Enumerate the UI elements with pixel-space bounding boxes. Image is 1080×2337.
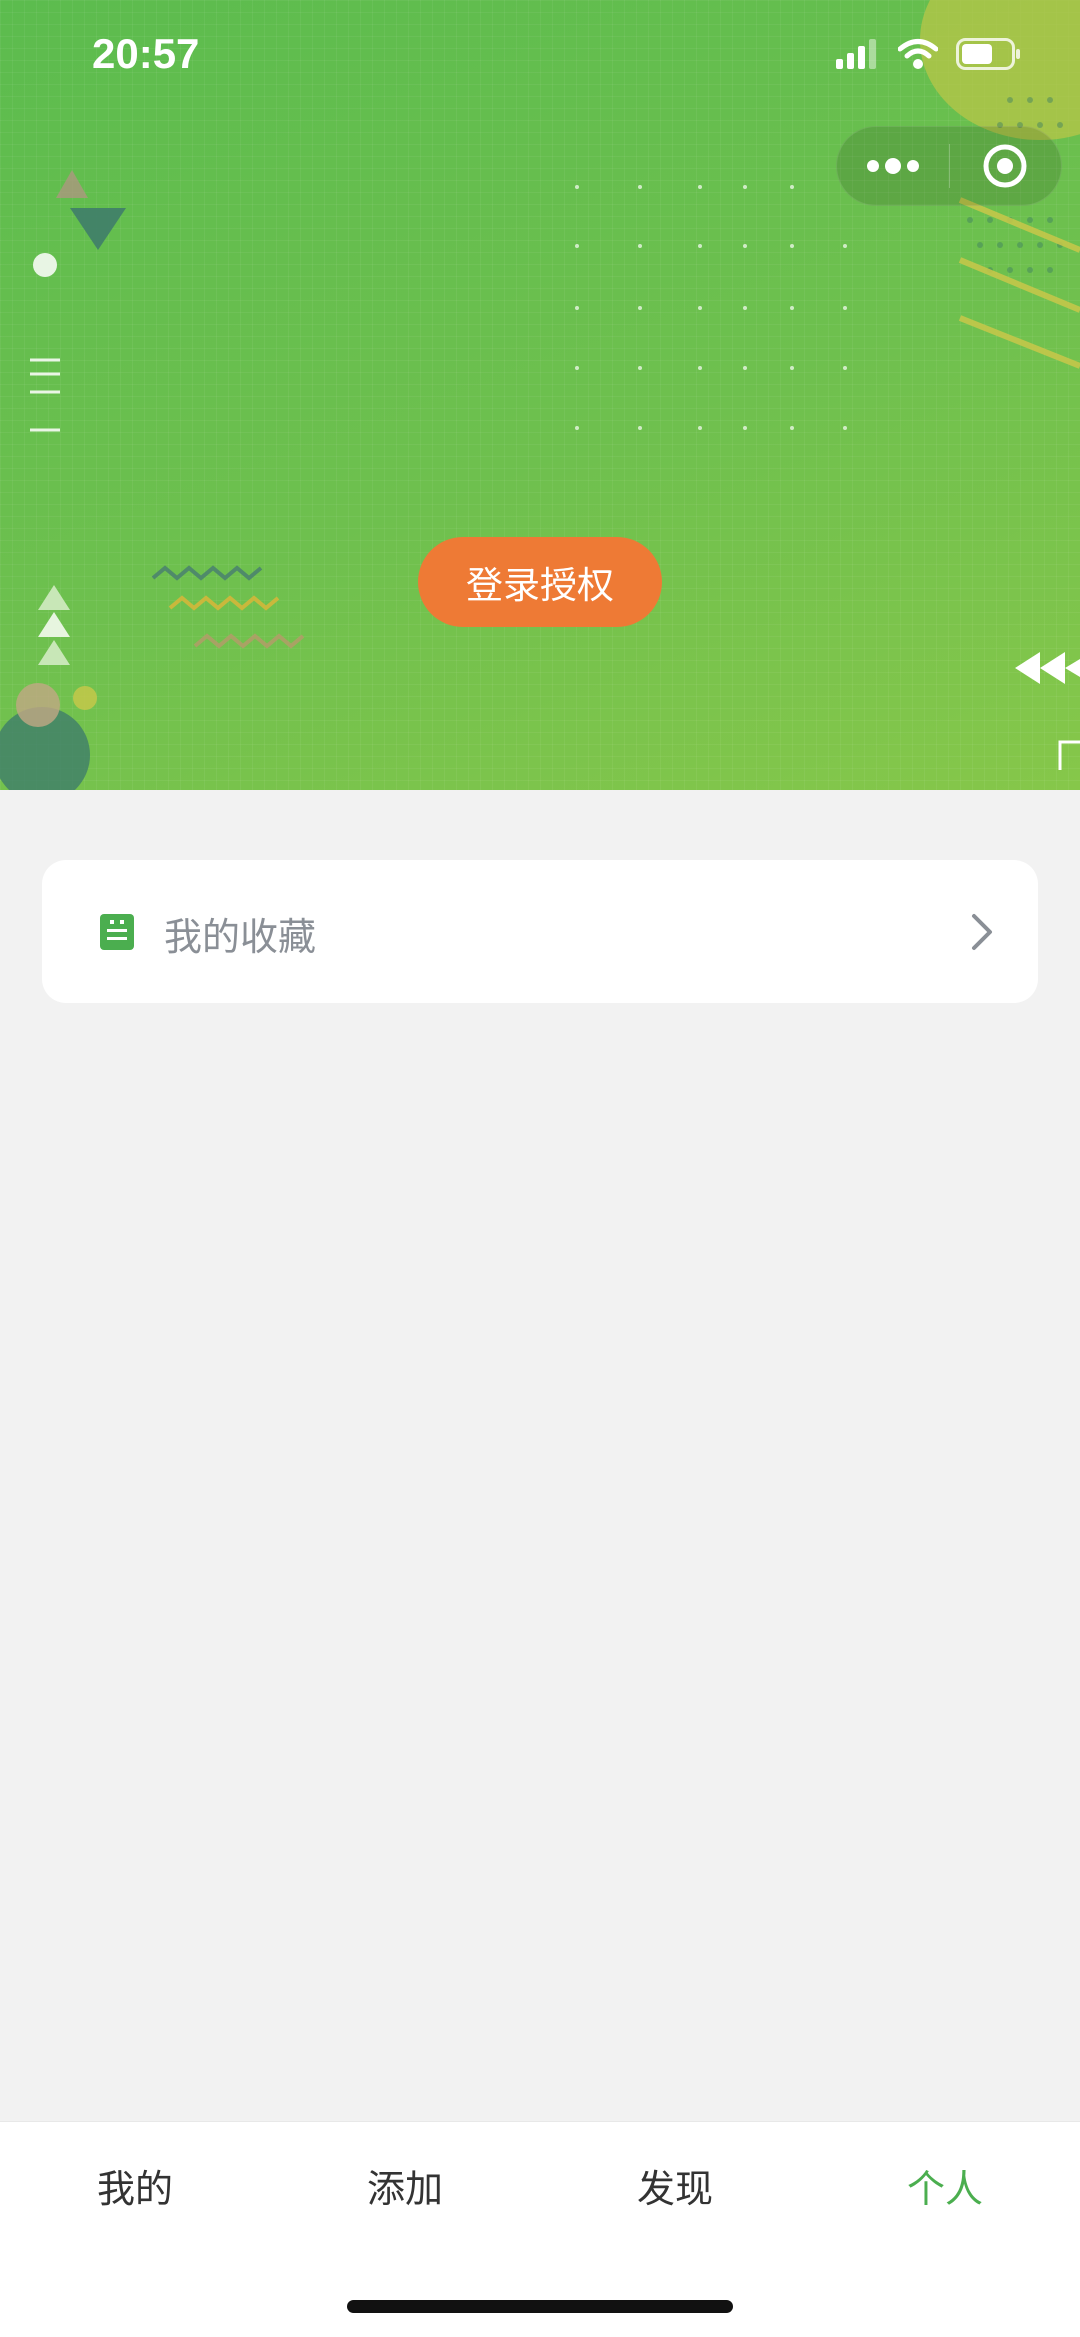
- tab-add[interactable]: 添加: [270, 2158, 540, 2218]
- login-authorize-button[interactable]: 登录授权: [418, 537, 662, 627]
- chevron-right-icon: [972, 914, 992, 950]
- cellular-signal-icon: [836, 39, 876, 69]
- mini-program-capsule: [836, 126, 1062, 206]
- home-indicator: [347, 2300, 733, 2313]
- tab-discover[interactable]: 发现: [540, 2158, 810, 2218]
- battery-icon: [956, 38, 1020, 70]
- target-close-icon: [983, 144, 1027, 188]
- close-program-button[interactable]: [950, 127, 1062, 205]
- status-icons: [836, 38, 1022, 70]
- wifi-icon: [898, 39, 938, 69]
- tab-my[interactable]: 我的: [0, 2158, 270, 2218]
- my-favorites-label: 我的收藏: [164, 915, 317, 959]
- status-time: 20:57: [92, 30, 200, 77]
- my-favorites-item[interactable]: 我的收藏: [42, 860, 1038, 1003]
- header-banner: 20:57 登录授权: [0, 0, 1080, 790]
- more-dots-icon: [866, 158, 919, 174]
- more-button[interactable]: [837, 127, 949, 205]
- tab-personal[interactable]: 个人: [810, 2158, 1080, 2218]
- note-icon: [100, 914, 134, 950]
- decorative-shapes: [0, 97, 1080, 790]
